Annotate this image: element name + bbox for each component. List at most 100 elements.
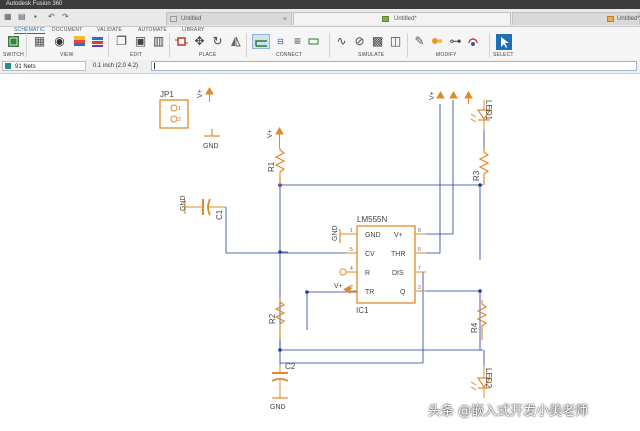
ic-pin-dis: DIS bbox=[392, 270, 404, 277]
command-input[interactable] bbox=[151, 61, 637, 71]
sim-model-button[interactable]: ▩ bbox=[370, 34, 385, 49]
place-component-button[interactable] bbox=[174, 34, 189, 49]
gnd-label: GND bbox=[180, 195, 187, 211]
net-button[interactable] bbox=[252, 34, 270, 49]
options-bar: 91 Nets 0.1 inch (2.0 4.2) bbox=[0, 60, 640, 74]
r1-resistor[interactable]: R1 bbox=[267, 148, 286, 185]
probe-button[interactable]: ∿ bbox=[334, 34, 349, 49]
rotate-button[interactable]: ↻ bbox=[210, 34, 225, 49]
select-button[interactable] bbox=[496, 34, 512, 50]
ic-pin-num: 6 bbox=[418, 247, 421, 253]
wrench-button[interactable]: ✎ bbox=[412, 34, 427, 49]
r2-resistor[interactable]: R2 bbox=[268, 298, 286, 340]
tab-schematic[interactable]: SCHEMATIC bbox=[14, 27, 45, 34]
r3-label: R3 bbox=[472, 170, 481, 181]
tab-automate[interactable]: AUTOMATE bbox=[138, 27, 167, 33]
file-menu-icon[interactable]: ▤ bbox=[18, 12, 26, 22]
mirror-button[interactable] bbox=[228, 34, 243, 49]
ic-pin-num: 2 bbox=[350, 285, 353, 291]
gnd-symbols bbox=[184, 129, 341, 399]
tab-document-2[interactable]: Untitled* bbox=[293, 12, 511, 25]
jp1-jumper[interactable]: JP1 1 2 bbox=[159, 90, 189, 129]
grid-button[interactable]: ▦ bbox=[32, 34, 47, 49]
grid-size-label: 0.1 inch (2.0 4.2) bbox=[93, 63, 139, 69]
jp1-label: JP1 bbox=[160, 90, 174, 99]
divider bbox=[489, 33, 490, 57]
delete-button[interactable]: ▥ bbox=[151, 34, 166, 49]
ic-pin-num: 1 bbox=[350, 228, 353, 234]
group-label-modify: MODIFY bbox=[436, 52, 457, 58]
smash-button[interactable]: ⊶ bbox=[448, 34, 463, 49]
divider bbox=[246, 33, 247, 57]
group-label-place: PLACE bbox=[199, 52, 217, 58]
junction-dots bbox=[278, 183, 482, 352]
paste-button[interactable]: ▣ bbox=[133, 34, 148, 49]
tab-label: Untitled* bbox=[617, 16, 640, 22]
save-icon[interactable]: ▪ bbox=[34, 12, 37, 22]
net-icon bbox=[254, 40, 267, 47]
board-icon bbox=[382, 16, 389, 22]
name-button[interactable]: ≡ bbox=[290, 34, 305, 49]
c2-label: C2 bbox=[285, 362, 296, 371]
rotate-icon: ↻ bbox=[212, 34, 223, 48]
bus-icon: ⊟ bbox=[277, 37, 284, 46]
tab-document-1[interactable]: Untitled × bbox=[166, 12, 292, 25]
r4-resistor[interactable]: R4 bbox=[470, 300, 488, 340]
visibility-button[interactable]: ◉ bbox=[52, 34, 67, 49]
label-button[interactable] bbox=[306, 34, 321, 49]
app-title: Autodesk Fusion 360 bbox=[6, 1, 63, 7]
r1-label: R1 bbox=[267, 161, 276, 172]
layer-settings-button[interactable] bbox=[90, 34, 105, 49]
label-icon: ≡ bbox=[293, 34, 301, 48]
c2-capacitor[interactable]: C2 bbox=[271, 362, 296, 398]
led2[interactable]: LED2 bbox=[470, 365, 493, 398]
led2-label: LED2 bbox=[484, 368, 493, 389]
schematic-drawing[interactable]: JP1 1 2 V+ V+ V+ V+ GND GND GND GND R1 C… bbox=[0, 74, 640, 431]
paste-icon: ▣ bbox=[134, 34, 147, 48]
c1-capacitor[interactable]: C1 bbox=[185, 198, 227, 253]
net-color-swatch bbox=[5, 63, 11, 69]
grid-menu-icon[interactable]: ▦ bbox=[4, 12, 12, 22]
cursor-icon bbox=[500, 36, 509, 48]
eye-icon: ◉ bbox=[54, 34, 65, 48]
close-icon[interactable]: × bbox=[283, 13, 287, 26]
layers-icon bbox=[74, 36, 85, 46]
net-class-select[interactable]: 91 Nets bbox=[2, 61, 86, 71]
schematic-canvas[interactable]: JP1 1 2 V+ V+ V+ V+ GND GND GND GND R1 C… bbox=[0, 74, 640, 431]
divider bbox=[329, 33, 330, 57]
led1-label: LED1 bbox=[484, 100, 493, 121]
replace-button[interactable] bbox=[466, 34, 481, 49]
tab-label: Untitled bbox=[181, 16, 202, 22]
tab-document-3[interactable]: Untitled* bbox=[512, 12, 640, 25]
schematic-icon bbox=[607, 16, 614, 22]
tab-bar: ▦ ▤ ▪ ↶ ↷ Untitled × Untitled* Untitled* bbox=[0, 9, 640, 27]
gnd-label: GND bbox=[203, 143, 219, 150]
r3-resistor[interactable]: R3 bbox=[472, 130, 490, 185]
lm555-ic[interactable]: LM555N IC1 GND CV R TR V+ THR DIS Q 1 5 … bbox=[339, 215, 426, 315]
sim-run-button[interactable]: ◫ bbox=[388, 34, 403, 49]
group-label-switch: SWITCH bbox=[3, 52, 24, 58]
wave-icon: ◫ bbox=[389, 34, 402, 48]
led1[interactable]: LED1 bbox=[470, 100, 493, 130]
c1-label: C1 bbox=[215, 209, 224, 220]
tab-library[interactable]: LIBRARY bbox=[182, 27, 205, 33]
group-label-simulate: SIMULATE bbox=[358, 52, 385, 58]
tab-validate[interactable]: VALIDATE bbox=[97, 27, 122, 33]
redo-icon[interactable]: ↷ bbox=[62, 12, 69, 22]
copy-icon: ❐ bbox=[116, 34, 127, 48]
move-button[interactable]: ✥ bbox=[192, 34, 207, 49]
jp1-pin2: 2 bbox=[178, 117, 181, 123]
title-bar: Autodesk Fusion 360 bbox=[0, 0, 640, 9]
ic-pin-num: 4 bbox=[350, 266, 353, 272]
r2-label: R2 bbox=[268, 313, 277, 324]
tab-document[interactable]: DOCUMENT bbox=[52, 27, 83, 33]
copy-button[interactable]: ❐ bbox=[114, 34, 129, 49]
value-button[interactable] bbox=[430, 34, 445, 49]
bus-button[interactable]: ⊟ bbox=[273, 34, 288, 49]
switch-to-board-button[interactable] bbox=[6, 34, 21, 49]
magnify-icon: ⊘ bbox=[354, 34, 365, 48]
layers-button[interactable] bbox=[72, 34, 87, 49]
ic-pin-num: 5 bbox=[350, 247, 353, 253]
scope-button[interactable]: ⊘ bbox=[352, 34, 367, 49]
undo-icon[interactable]: ↶ bbox=[48, 12, 55, 22]
